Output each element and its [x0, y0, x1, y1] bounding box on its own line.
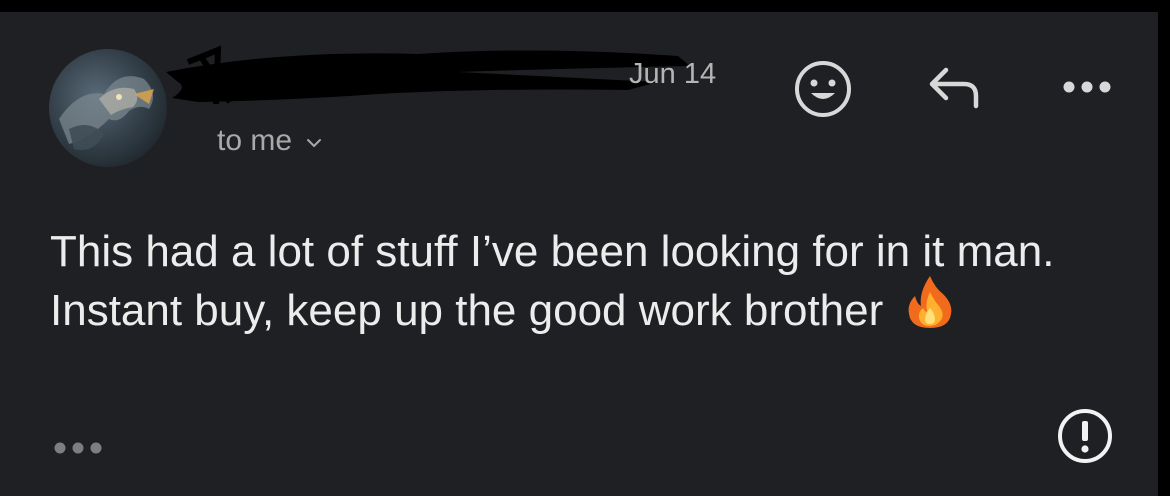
sender-avatar[interactable]	[49, 49, 167, 167]
fire-emoji-icon	[905, 274, 955, 345]
recipient-toggle[interactable]: to me	[217, 124, 322, 158]
message-text: This had a lot of stuff I’ve been lookin…	[50, 227, 1055, 335]
report-button[interactable]	[1056, 407, 1114, 465]
more-horizontal-icon	[1063, 81, 1111, 93]
message-body: This had a lot of stuff I’ve been lookin…	[50, 222, 1120, 345]
right-edge	[1158, 0, 1170, 496]
add-reaction-button[interactable]	[792, 58, 854, 120]
redacted-sender-name	[166, 45, 690, 105]
ellipsis-icon	[54, 442, 102, 454]
smiley-icon	[795, 61, 851, 117]
reply-icon	[929, 67, 979, 109]
recipient-label: to me	[217, 124, 293, 157]
top-edge	[0, 0, 1170, 12]
reply-button[interactable]	[926, 62, 984, 114]
show-trimmed-content-button[interactable]	[52, 440, 104, 456]
chevron-down-icon	[307, 139, 322, 148]
exclamation-circle-icon	[1058, 409, 1112, 463]
more-options-button[interactable]	[1058, 72, 1116, 102]
email-date: Jun 14	[629, 58, 717, 90]
